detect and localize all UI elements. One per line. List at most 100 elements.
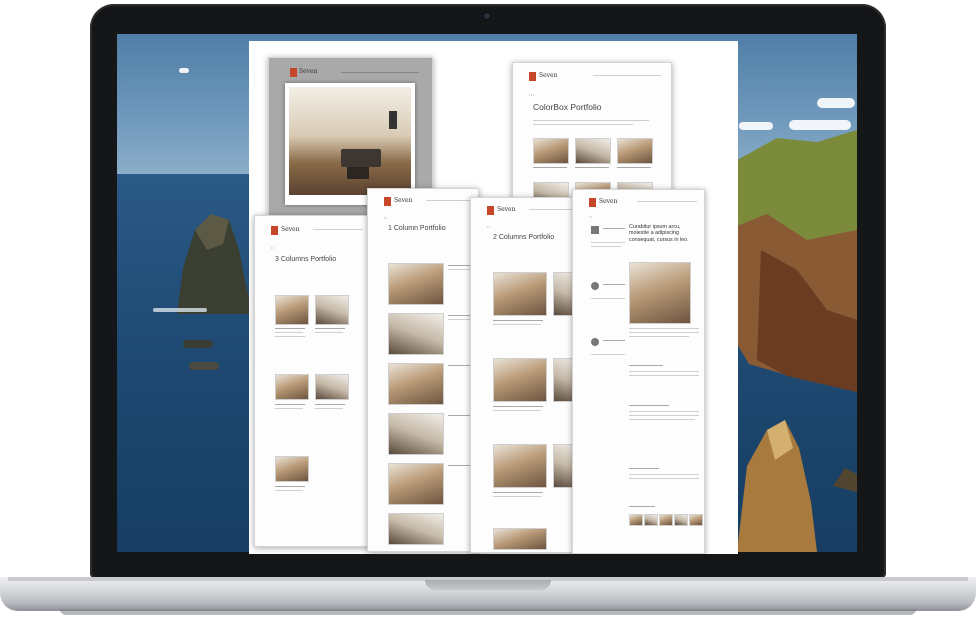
text-line xyxy=(591,298,625,300)
gallery-thumbnail[interactable] xyxy=(689,514,703,526)
text-line xyxy=(448,269,472,271)
post-image xyxy=(629,262,691,324)
theme-screenshot-collage: Seven Seven • • • ColorBox Portfolio Sev… xyxy=(249,41,738,554)
text-line xyxy=(629,336,689,338)
logo-icon xyxy=(290,68,297,77)
portfolio-thumbnail[interactable] xyxy=(617,138,653,164)
portfolio-thumbnail[interactable] xyxy=(388,413,444,455)
breadcrumb: • • xyxy=(271,246,275,250)
brand-name: Seven xyxy=(599,198,618,205)
text-line xyxy=(591,354,625,356)
breadcrumb: • • • xyxy=(529,93,535,97)
logo-icon xyxy=(271,226,278,235)
small-rock xyxy=(183,340,213,348)
sidebar-icon xyxy=(591,338,599,346)
text-line xyxy=(275,336,305,338)
nav-links xyxy=(313,229,363,231)
breadcrumb: • • xyxy=(384,216,388,220)
page-2-columns-portfolio: Seven • • 2 Columns Portfolio xyxy=(470,197,582,553)
portfolio-thumbnail[interactable] xyxy=(315,374,349,400)
sidebar-heading xyxy=(603,340,625,342)
gallery-thumbnail[interactable] xyxy=(629,514,643,526)
portfolio-thumbnail[interactable] xyxy=(275,295,309,325)
caption-line xyxy=(533,167,567,169)
caption-line xyxy=(315,404,345,406)
caption-line xyxy=(275,328,305,330)
portfolio-thumbnail[interactable] xyxy=(388,513,444,545)
caption-line xyxy=(493,492,543,494)
portfolio-thumbnail[interactable] xyxy=(575,138,611,164)
text-line xyxy=(533,124,633,126)
text-line xyxy=(629,375,699,377)
sidebar-icon xyxy=(591,282,599,290)
page-title: ColorBox Portfolio xyxy=(533,102,602,112)
nav-links xyxy=(593,75,661,77)
text-line xyxy=(629,419,695,421)
nav-links xyxy=(426,200,472,202)
page-title: 1 Column Portfolio xyxy=(388,225,446,232)
text-line xyxy=(275,408,303,410)
sofa xyxy=(341,149,381,167)
portfolio-thumbnail[interactable] xyxy=(388,313,444,355)
text-line xyxy=(275,332,303,334)
cloud xyxy=(817,98,855,108)
page-blog-post: Seven • • Curabitur ipsum arcu, molestie… xyxy=(572,189,705,554)
nav-links xyxy=(341,72,419,74)
nav-links xyxy=(529,209,575,211)
lightbox-photo xyxy=(289,87,411,195)
nav-links xyxy=(637,201,697,203)
cloud xyxy=(179,68,189,73)
gallery-thumbnail[interactable] xyxy=(674,514,688,526)
portfolio-thumbnail[interactable] xyxy=(493,272,547,316)
logo-icon xyxy=(487,206,494,215)
portfolio-thumbnail[interactable] xyxy=(388,263,444,305)
portfolio-thumbnail[interactable] xyxy=(493,444,547,488)
portfolio-thumbnail[interactable] xyxy=(493,358,547,402)
subheading xyxy=(629,506,655,508)
rock-island xyxy=(177,214,253,314)
small-rock xyxy=(189,362,219,370)
text-line xyxy=(629,371,699,373)
text-line xyxy=(493,410,541,412)
breadcrumb: • • xyxy=(487,225,491,229)
gallery-thumbnail[interactable] xyxy=(644,514,658,526)
text-line xyxy=(591,242,625,244)
portfolio-thumbnail[interactable] xyxy=(275,374,309,400)
subheading xyxy=(629,365,663,367)
logo-icon xyxy=(589,198,596,207)
logo-icon xyxy=(384,197,391,206)
text-line xyxy=(533,120,649,122)
portfolio-thumbnail[interactable] xyxy=(275,456,309,482)
sidebar-heading xyxy=(603,228,625,230)
caption-line xyxy=(275,486,305,488)
text-line xyxy=(315,408,343,410)
page-title: 2 Columns Portfolio xyxy=(493,234,555,241)
post-title: Curabitur ipsum arcu, molestie a adipisc… xyxy=(629,224,689,243)
portfolio-thumbnail[interactable] xyxy=(388,363,444,405)
table xyxy=(347,167,369,179)
page-1-column-portfolio: Seven • • 1 Column Portfolio xyxy=(367,188,479,552)
text-line xyxy=(448,319,472,321)
text-line xyxy=(493,496,541,498)
text-line xyxy=(493,324,541,326)
portfolio-thumbnail[interactable] xyxy=(493,528,547,550)
caption-line xyxy=(493,406,543,408)
lightbox-frame xyxy=(285,83,415,205)
logo-icon xyxy=(529,72,536,81)
portfolio-thumbnail[interactable] xyxy=(388,463,444,505)
brand-name: Seven xyxy=(539,72,558,79)
subheading xyxy=(629,468,659,470)
brand-name: Seven xyxy=(497,206,516,213)
caption-line xyxy=(315,328,345,330)
portfolio-thumbnail[interactable] xyxy=(315,295,349,325)
laptop-shadow xyxy=(60,609,916,615)
caption-line xyxy=(575,167,609,169)
text-line xyxy=(629,474,699,476)
cliffs xyxy=(737,130,857,552)
text-line xyxy=(629,328,699,330)
caption-line xyxy=(617,167,651,169)
portfolio-thumbnail[interactable] xyxy=(533,138,569,164)
text-line xyxy=(629,478,699,480)
gallery-thumbnail[interactable] xyxy=(659,514,673,526)
text-line xyxy=(275,490,303,492)
